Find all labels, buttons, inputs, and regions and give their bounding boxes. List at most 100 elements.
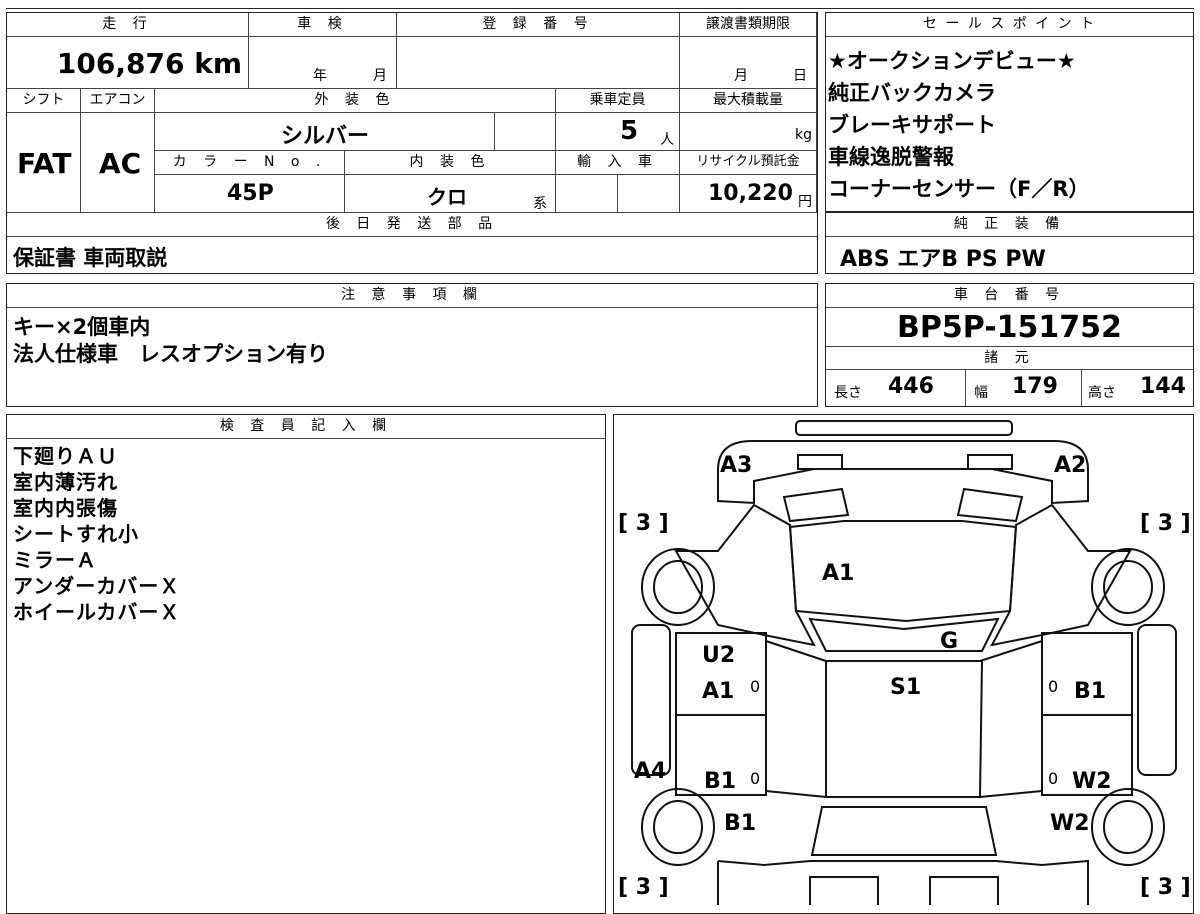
shift-value: FAT	[17, 147, 72, 180]
capacity-unit: 人	[660, 132, 674, 148]
import-value-cell-a	[556, 175, 618, 213]
sales-point: ★オークションデビュー★	[828, 49, 1076, 73]
width-value: 179	[1012, 374, 1058, 399]
capacity-value: 5	[620, 116, 639, 146]
height-value: 144	[1140, 374, 1186, 399]
inspector-line: 下廻りＡＵ	[13, 444, 118, 468]
sales-point: 純正バックカメラ	[828, 81, 996, 105]
deadline-day: 日	[793, 68, 807, 84]
map-label-w2-right: W2	[1072, 769, 1112, 794]
deadline-month: 月	[734, 68, 748, 84]
ext-color-header: 外 装 色	[155, 89, 556, 113]
factory-equipment-box: 純 正 装 備 ABS エアB PS PW	[825, 212, 1194, 274]
sales-points-box: セ ー ル ス ポ イ ン ト ★オークションデビュー★ 純正バックカメラ ブレ…	[825, 12, 1194, 212]
width-cell: 幅 179	[966, 370, 1082, 406]
later-parts-value: 保証書 車両取説	[13, 246, 168, 270]
aircon-value-cell: AC	[81, 113, 155, 213]
car-diagram	[631, 420, 1177, 905]
map-label-tire-rr: [ 3 ]	[1140, 875, 1191, 900]
map-label-zero-left-front: 0	[750, 677, 761, 696]
shift-value-cell: FAT	[7, 113, 81, 213]
inspector-box: 検 査 員 記 入 欄 下廻りＡＵ 室内薄汚れ 室内内張傷 シートすれ小 ミラー…	[6, 414, 606, 914]
chassis-number: BP5P-151752	[897, 310, 1122, 345]
aircon-value: AC	[99, 147, 142, 180]
chassis-header: 車 台 番 号	[826, 284, 1193, 308]
sales-point: コーナーセンサー（F／R）	[828, 177, 1090, 201]
inspector-line: ホイールカバーＸ	[13, 600, 181, 624]
inspector-list: 下廻りＡＵ 室内薄汚れ 室内内張傷 シートすれ小 ミラーＡ アンダーカバーＸ ホ…	[13, 443, 180, 625]
map-label-s1: S1	[890, 675, 922, 700]
max-load-value-cell: kg	[680, 113, 817, 151]
map-label-u2: U2	[702, 643, 736, 668]
top-cut-strip	[6, 0, 1194, 9]
damage-map-box: A3 A2 [ 3 ] [ 3 ] A1 G U2 A1 0 S1 0 B1 A…	[613, 414, 1194, 914]
map-label-zero-left-rear: 0	[750, 769, 761, 788]
inspector-line: ミラーＡ	[13, 548, 97, 572]
map-label-tire-fl: [ 3 ]	[618, 511, 669, 536]
mileage-value: 106,876 km	[56, 47, 242, 80]
reg-no-header: 登 録 番 号	[397, 13, 680, 37]
ext-color-value: シルバー	[281, 124, 370, 149]
factory-equipment-value: ABS エアB PS PW	[840, 247, 1046, 272]
notes-header: 注 意 事 項 欄	[7, 284, 817, 308]
sales-points-header: セ ー ル ス ポ イ ン ト	[826, 13, 1193, 37]
inspector-line: シートすれ小	[13, 522, 139, 546]
map-label-a2: A2	[1054, 453, 1087, 478]
width-label: 幅	[974, 385, 988, 401]
sales-point: ブレーキサポート	[828, 113, 996, 137]
height-label: 高さ	[1088, 385, 1116, 401]
recycle-value-cell: 10,220 円	[680, 175, 817, 213]
color-no-value: 45P	[227, 181, 274, 206]
color-no-header: カ ラ ー N o .	[155, 151, 345, 175]
deadline-value-cell: 月 日	[680, 37, 817, 89]
import-header: 輸 入 車	[556, 151, 680, 175]
ext-color-extra-cell	[495, 113, 556, 151]
map-label-tire-fr: [ 3 ]	[1140, 511, 1191, 536]
recycle-value: 10,220	[708, 181, 793, 206]
map-label-b1-left: B1	[704, 769, 737, 794]
length-cell: 長さ 446	[826, 370, 966, 406]
int-color-suffix: 系	[533, 196, 547, 212]
map-label-g: G	[940, 629, 959, 654]
chassis-box: 車 台 番 号 BP5P-151752 諸 元 長さ 446 幅 179 高さ …	[825, 283, 1194, 407]
recycle-unit: 円	[798, 194, 812, 210]
shaken-month: 月	[373, 68, 387, 84]
sales-points-list: ★オークションデビュー★ 純正バックカメラ ブレーキサポート 車線逸脱警報 コー…	[828, 45, 1090, 205]
inspector-header: 検 査 員 記 入 欄	[7, 415, 605, 439]
map-label-b1-right: B1	[1074, 679, 1107, 704]
map-label-a4: A4	[634, 759, 667, 784]
shaken-header: 車 検	[249, 13, 397, 37]
import-value-cell-b	[618, 175, 680, 213]
mileage-header: 走 行	[7, 13, 249, 37]
inspector-line: アンダーカバーＸ	[13, 574, 181, 598]
note-line: キー×2個車内	[13, 315, 151, 339]
map-label-a1-left: A1	[702, 679, 735, 704]
color-no-value-cell: 45P	[155, 175, 345, 213]
load-unit: kg	[795, 127, 812, 143]
length-value: 446	[888, 374, 934, 399]
transfer-deadline-header: 譲渡書類期限	[680, 13, 817, 37]
factory-equipment-header: 純 正 装 備	[826, 213, 1193, 237]
reg-no-value-cell	[397, 37, 680, 89]
vehicle-info-grid: 走 行 車 検 登 録 番 号 譲渡書類期限 106,876 km 年 月 月 …	[6, 12, 818, 274]
capacity-header: 乗車定員	[556, 89, 680, 113]
notes-list: キー×2個車内 法人仕様車 レスオプション有り	[13, 314, 328, 368]
later-parts-value-cell: 保証書 車両取説	[7, 237, 817, 273]
int-color-value: クロ	[427, 185, 467, 209]
inspector-line: 室内薄汚れ	[13, 470, 118, 494]
mileage-value-cell: 106,876 km	[7, 37, 249, 89]
length-label: 長さ	[834, 385, 862, 401]
ext-color-value-cell: シルバー	[155, 113, 495, 151]
map-label-tire-rl: [ 3 ]	[618, 875, 669, 900]
specs-header: 諸 元	[826, 346, 1193, 370]
shaken-year: 年	[313, 68, 327, 84]
map-label-b1-bottom-left: B1	[724, 811, 757, 836]
shaken-value-cell: 年 月	[249, 37, 397, 89]
int-color-value-cell: クロ 系	[345, 175, 556, 213]
notes-box: 注 意 事 項 欄 キー×2個車内 法人仕様車 レスオプション有り	[6, 283, 818, 407]
map-label-a3: A3	[720, 453, 753, 478]
capacity-value-cell: 5 人	[556, 113, 680, 151]
inspector-line: 室内内張傷	[13, 496, 118, 520]
aircon-header: エアコン	[81, 89, 155, 113]
recycle-header: リサイクル預託金	[680, 151, 817, 175]
